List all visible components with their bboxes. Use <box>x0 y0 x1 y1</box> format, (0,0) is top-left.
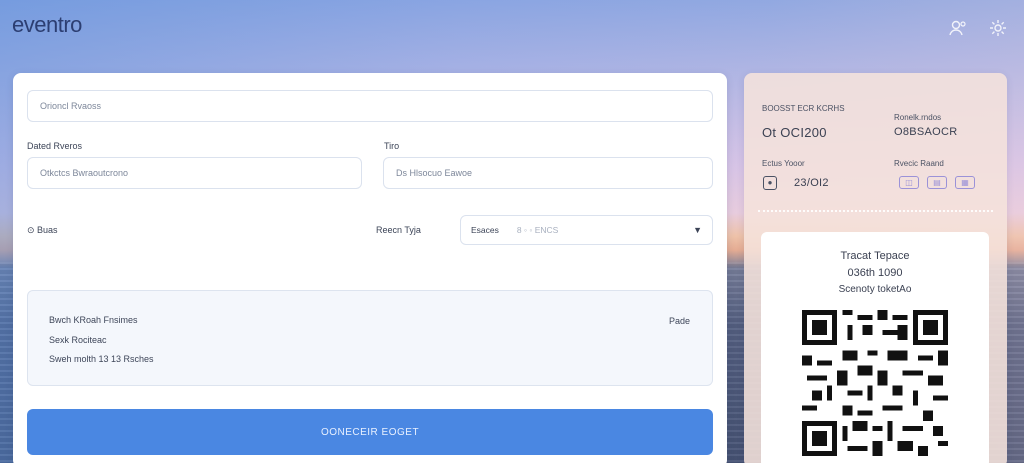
ticket-event-label: BOOSST ECR KCRHS <box>762 104 845 113</box>
chevron-down-icon: ▼ <box>693 225 702 235</box>
qr-code-icon[interactable] <box>802 310 948 456</box>
summary-price: Pade <box>668 316 690 326</box>
time-label: Tiro <box>384 141 400 151</box>
ticket-section-label: Ronelk.rndos <box>894 113 942 122</box>
profile-icon[interactable] <box>948 18 968 38</box>
ticket-perforation <box>758 210 993 212</box>
top-bar: eventro <box>0 0 1024 60</box>
confirm-ticket-button[interactable]: OONECEIR EOGET <box>27 409 713 455</box>
ticket-type-label: Reecn Tyja <box>376 225 421 235</box>
event-search-input[interactable]: Orioncl Rvaoss <box>27 90 713 122</box>
guests-label: ⊙ Buas <box>27 225 58 235</box>
seat-icon: ◫ <box>899 176 919 189</box>
ticket-event-value: Ot OCI200 <box>762 125 827 140</box>
calendar-icon: ● <box>763 176 777 190</box>
qr-card: Tracat Tepace 036th 1090 Scenoty toketAo <box>761 232 989 463</box>
summary-line: Bwch KRoah Fnsimes <box>49 315 138 325</box>
grid-icon: ▦ <box>955 176 975 189</box>
qr-caption: Scenoty toketAo <box>838 284 912 295</box>
seat-icons: ◫ ▤ ▦ <box>899 176 975 189</box>
ticket-type-selected: Esaces <box>471 225 499 235</box>
date-label: Dated Rveros <box>27 141 83 151</box>
qr-code-number: 036th 1090 <box>847 267 903 279</box>
ticket-preview-card: BOOSST ECR KCRHS Ot OCI200 Ronelk.rndos … <box>744 73 1007 463</box>
ticket-type-select[interactable]: Esaces 8 ◦ ◦ ENCS ▼ <box>460 215 713 245</box>
card-icon: ▤ <box>927 176 947 189</box>
ticket-date-label: Ectus Yooor <box>762 159 805 168</box>
order-summary: Bwch KRoah Fnsimes Sexk Rociteac Sweh mo… <box>27 290 713 386</box>
qr-title: Tracat Tepace <box>840 250 910 262</box>
booking-form-card: Orioncl Rvaoss Dated Rveros Otkctcs Bwra… <box>13 73 727 463</box>
settings-icon[interactable] <box>988 18 1008 38</box>
summary-line: Sweh molth 13 13 Rsches <box>49 354 154 364</box>
date-input[interactable]: Otkctcs Bwraoutcrono <box>27 157 362 189</box>
ticket-date-value: 23/OI2 <box>794 177 829 189</box>
summary-line: Sexk Rociteac <box>49 335 107 345</box>
app-logo[interactable]: eventro <box>12 12 82 38</box>
ticket-seat-label: Rvecic Raand <box>894 159 944 168</box>
ticket-section-value: O8BSAOCR <box>894 126 958 138</box>
time-input[interactable]: Ds Hlsocuo Eawoe <box>383 157 713 189</box>
ticket-type-sub: 8 ◦ ◦ ENCS <box>516 225 559 235</box>
